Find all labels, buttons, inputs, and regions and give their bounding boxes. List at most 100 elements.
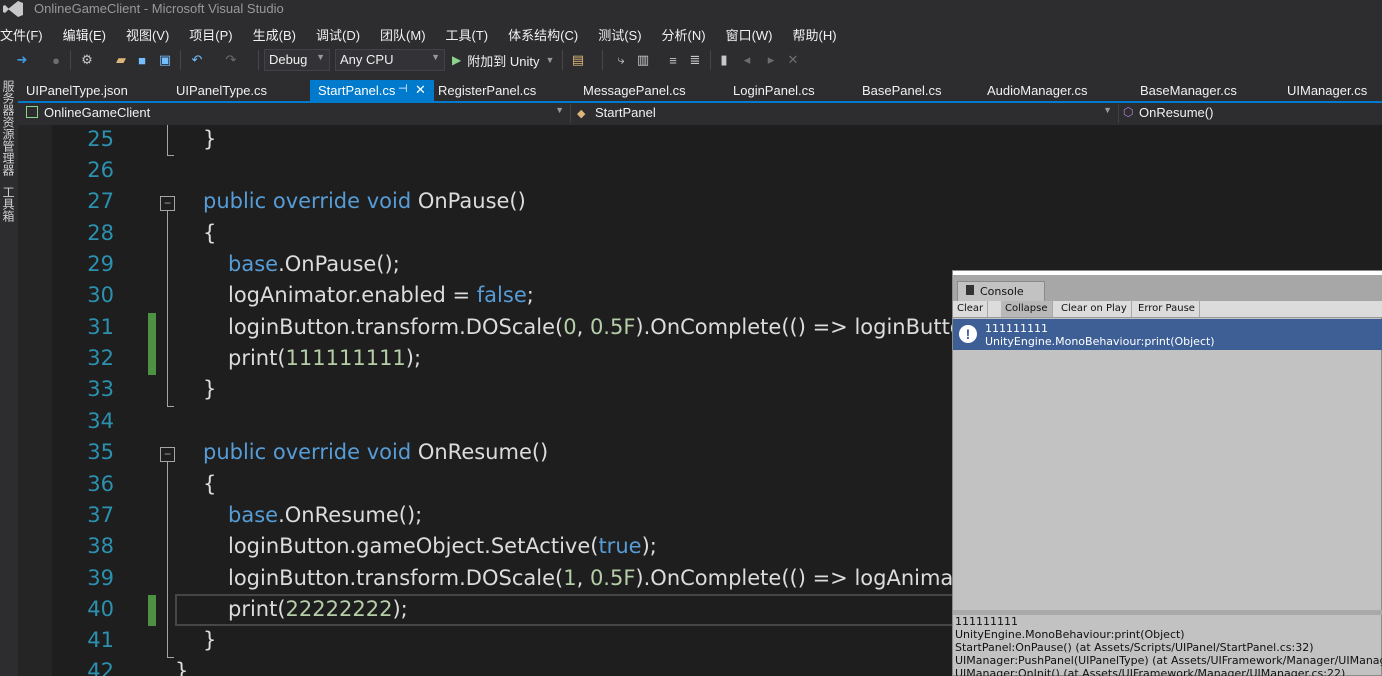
class-dropdown[interactable]: ◆ StartPanel ▼ <box>570 104 1116 123</box>
console-toolbar: Clear Collapse Clear on Play Error Pause <box>953 301 1382 318</box>
save-icon[interactable]: ■ <box>134 50 150 70</box>
line-number: 28 <box>87 221 114 245</box>
line-number: 33 <box>87 377 114 401</box>
console-tab[interactable]: Console <box>957 281 1045 301</box>
menu-team[interactable]: 团队(M) <box>380 22 426 44</box>
code-line[interactable]: } <box>203 377 216 401</box>
menu-debug[interactable]: 调试(D) <box>316 22 360 44</box>
side-panel-strip: 服务器资源管理器 工具箱 <box>0 78 16 676</box>
menu-tools[interactable]: 工具(T) <box>446 22 489 44</box>
stack-line[interactable]: StartPanel:OnPause() (at Assets/Scripts/… <box>955 641 1382 654</box>
line-number: 25 <box>87 127 114 151</box>
clear-button[interactable]: Clear <box>953 301 989 317</box>
undo-icon[interactable]: ↶ <box>188 50 206 70</box>
attach-to-unity-button[interactable]: ▶ 附加到 Unity ▼ <box>452 50 556 70</box>
visual-studio-logo-icon <box>3 1 23 17</box>
forward-icon[interactable]: ● <box>48 50 64 70</box>
code-line-onpause-signature[interactable]: public override void OnPause() <box>203 189 526 213</box>
project-name: OnlineGameClient <box>44 105 151 120</box>
menu-file[interactable]: 文件(F) <box>0 22 43 44</box>
outline-end <box>167 657 174 658</box>
open-file-icon[interactable]: ▰ <box>112 50 130 70</box>
code-line[interactable]: { <box>203 221 216 245</box>
menu-architecture[interactable]: 体系结构(C) <box>508 22 578 44</box>
stack-line[interactable]: UIManager:OnInit() (at Assets/UIFramewor… <box>955 667 1382 676</box>
menu-help[interactable]: 帮助(H) <box>793 22 837 44</box>
clear-on-play-button[interactable]: Clear on Play <box>1057 301 1132 317</box>
code-line[interactable]: } <box>203 628 216 652</box>
tab-uipaneltype-json[interactable]: UIPanelType.json <box>18 80 136 102</box>
code-line-doscale-1[interactable]: loginButton.transform.DOScale(1, 0.5F).O… <box>228 566 983 590</box>
pin-icon[interactable]: ⊣ <box>398 82 408 95</box>
bookmark-icon[interactable]: ▮ <box>716 50 732 70</box>
chevron-down-icon: ▼ <box>431 52 440 62</box>
stack-line[interactable]: UIManager:PushPanel(UIPanelType) (at Ass… <box>955 654 1382 667</box>
line-number: 27 <box>87 189 114 213</box>
tab-basepanel-cs[interactable]: BasePanel.cs <box>854 80 950 102</box>
editor-margin <box>18 125 52 676</box>
project-dropdown[interactable]: OnlineGameClient ▼ <box>20 104 568 123</box>
code-line-base-onresume[interactable]: base.OnResume(); <box>228 503 422 527</box>
tab-basemanager-cs[interactable]: BaseManager.cs <box>1132 80 1245 102</box>
tab-uimanager-cs[interactable]: UIManager.cs <box>1279 80 1375 102</box>
tab-audiomanager-cs[interactable]: AudioManager.cs <box>979 80 1095 102</box>
next-bookmark-icon[interactable]: ▸ <box>762 50 780 70</box>
code-line-base-onpause[interactable]: base.OnPause(); <box>228 252 400 276</box>
line-number: 32 <box>87 346 114 370</box>
menu-test[interactable]: 测试(S) <box>598 22 641 44</box>
tab-messagepanel-cs[interactable]: MessagePanel.cs <box>575 80 694 102</box>
comment-icon[interactable]: ≡ <box>664 50 682 70</box>
code-line[interactable]: { <box>203 472 216 496</box>
toolbox-tab[interactable]: 工具箱 <box>0 186 17 222</box>
back-icon[interactable]: ➜ <box>12 50 32 70</box>
format-icon[interactable]: ▥ <box>634 50 652 70</box>
menu-build[interactable]: 生成(B) <box>253 22 296 44</box>
member-dropdown[interactable]: ⬡ OnResume() <box>1118 104 1382 123</box>
code-line-setactive[interactable]: loginButton.gameObject.SetActive(true); <box>228 534 657 558</box>
solution-explorer-icon[interactable]: ▤ <box>568 50 588 70</box>
close-icon[interactable]: ✕ <box>415 82 426 98</box>
code-line-doscale-0[interactable]: loginButton.transform.DOScale(0, 0.5F).O… <box>228 315 983 339</box>
collapse-icon[interactable]: − <box>160 196 175 211</box>
redo-icon[interactable]: ↷ <box>222 50 240 70</box>
unity-console-window[interactable]: Console Clear Collapse Clear on Play Err… <box>952 270 1382 676</box>
menu-edit[interactable]: 编辑(E) <box>63 22 106 44</box>
code-line-print-2[interactable]: print(22222222); <box>228 597 408 621</box>
menu-window[interactable]: 窗口(W) <box>726 22 773 44</box>
error-pause-button[interactable]: Error Pause <box>1134 301 1200 317</box>
line-number: 31 <box>87 315 114 339</box>
tab-startpanel-cs[interactable]: StartPanel.cs ⊣ ✕ <box>310 80 434 102</box>
code-line-animator-disable[interactable]: logAnimator.enabled = false; <box>228 283 534 307</box>
prev-bookmark-icon[interactable]: ◂ <box>738 50 756 70</box>
server-explorer-tab[interactable]: 服务器资源管理器 <box>0 80 17 176</box>
menu-project[interactable]: 项目(P) <box>189 22 232 44</box>
menu-bar: 文件(F) 编辑(E) 视图(V) 项目(P) 生成(B) 调试(D) 团队(M… <box>0 22 1382 44</box>
chevron-down-icon: ▼ <box>1103 105 1112 115</box>
tab-loginpanel-cs[interactable]: LoginPanel.cs <box>725 80 823 102</box>
tab-uipaneltype-cs[interactable]: UIPanelType.cs <box>168 80 275 102</box>
console-log-entry[interactable]: ! 111111111 UnityEngine.MonoBehaviour:pr… <box>953 319 1382 350</box>
platform-dropdown[interactable]: Any CPU ▼ <box>335 49 445 71</box>
tab-registerpanel-cs[interactable]: RegisterPanel.cs <box>430 80 544 102</box>
console-tab-label: Console <box>980 285 1024 298</box>
step-icon[interactable]: ⤷ <box>612 50 630 70</box>
outline-guide <box>167 211 168 407</box>
menu-view[interactable]: 视图(V) <box>126 22 169 44</box>
code-line-print-1[interactable]: print(111111111); <box>228 346 421 370</box>
clear-bookmarks-icon[interactable]: ✕ <box>784 50 802 70</box>
line-number: 41 <box>87 628 114 652</box>
collapse-button[interactable]: Collapse <box>1001 301 1053 317</box>
save-all-icon[interactable]: ▣ <box>156 50 174 70</box>
configuration-dropdown[interactable]: Debug ▼ <box>264 49 330 71</box>
new-project-icon[interactable]: ⚙ <box>78 50 96 70</box>
collapse-icon[interactable]: − <box>160 447 175 462</box>
window-title: OnlineGameClient - Microsoft Visual Stud… <box>34 1 284 16</box>
console-stack-trace[interactable]: 111111111 UnityEngine.MonoBehaviour:prin… <box>955 615 1382 676</box>
play-icon: ▶ <box>452 53 462 67</box>
code-line[interactable]: } <box>203 127 216 151</box>
line-number: 36 <box>87 472 114 496</box>
uncomment-icon[interactable]: ≣ <box>686 50 704 70</box>
code-line[interactable]: } <box>175 659 188 676</box>
code-line-onresume-signature[interactable]: public override void OnResume() <box>203 440 548 464</box>
menu-analyze[interactable]: 分析(N) <box>662 22 706 44</box>
